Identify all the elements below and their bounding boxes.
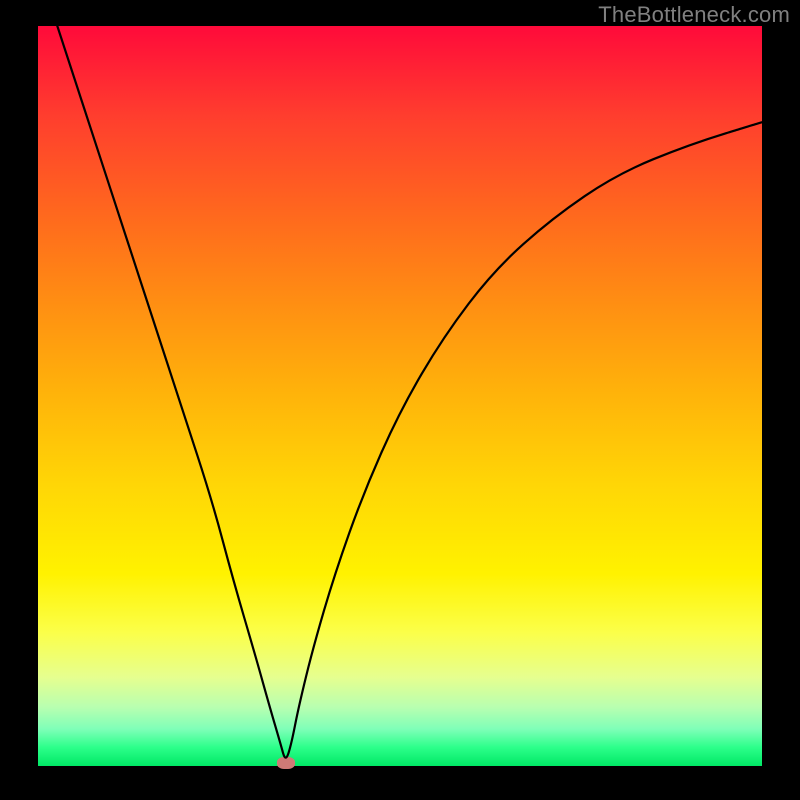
bottleneck-curve-svg (38, 26, 762, 766)
chart-frame: TheBottleneck.com (0, 0, 800, 800)
bottleneck-curve-path (38, 26, 762, 758)
watermark-text: TheBottleneck.com (598, 2, 790, 28)
